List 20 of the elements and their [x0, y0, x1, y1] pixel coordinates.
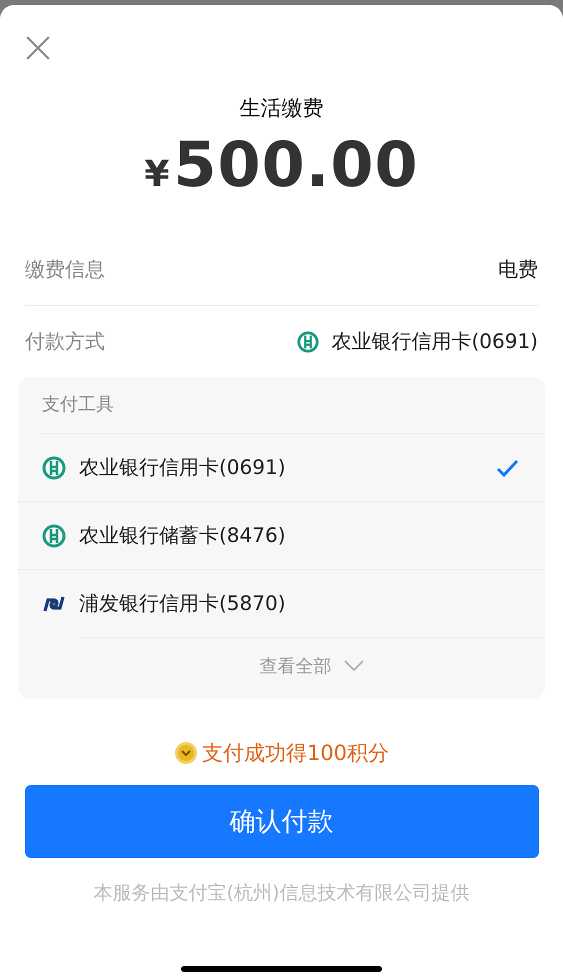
bank-logo-icon	[42, 456, 66, 480]
payment-option[interactable]: 农业银行信用卡(0691)	[18, 434, 545, 502]
sheet-title: 生活缴费	[240, 95, 324, 122]
row-label: 缴费信息	[25, 256, 105, 283]
row-value: 农业银行信用卡(0691)	[331, 328, 538, 355]
confirm-payment-button[interactable]: 确认付款	[24, 785, 538, 858]
reward-text: 支付成功得100积分	[202, 740, 390, 767]
card-header: 支付工具	[42, 377, 545, 434]
chevron-down-icon	[344, 660, 364, 672]
close-icon[interactable]	[25, 35, 51, 61]
coin-icon	[174, 741, 198, 765]
row-value: 电费	[498, 256, 538, 283]
amount-value: 500.00	[173, 128, 419, 201]
bank-logo-icon	[297, 330, 320, 352]
row-label: 付款方式	[25, 328, 105, 355]
payment-option[interactable]: 浦发银行信用卡(5870)	[18, 570, 545, 637]
provider-note: 本服务由支付宝(杭州)信息技术有限公司提供	[94, 881, 470, 906]
currency-symbol: ¥	[144, 154, 170, 195]
payment-option[interactable]: 农业银行储蓄卡(8476)	[18, 502, 545, 570]
bank-logo-icon	[42, 524, 66, 548]
